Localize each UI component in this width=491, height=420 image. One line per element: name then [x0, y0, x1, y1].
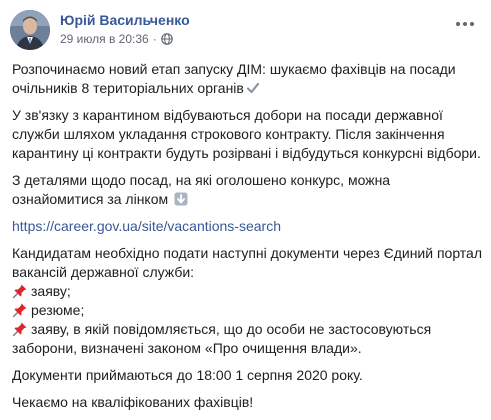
- paragraph-documents-text: Кандидатам необхідно подати наступні док…: [12, 245, 483, 280]
- author-name[interactable]: Юрій Васильченко: [60, 12, 190, 28]
- pushpin-icon: [12, 302, 28, 318]
- paragraph-documents: Кандидатам необхідно подати наступні док…: [12, 244, 482, 358]
- list-item: заяву;: [12, 282, 482, 301]
- list-item: резюме;: [12, 301, 482, 320]
- post-header: Юрій Васильченко 29 июля в 20:36 ·: [10, 10, 481, 54]
- paragraph-quarantine: У зв'язку з карантином відбуваються добо…: [12, 107, 481, 161]
- avatar[interactable]: [10, 10, 50, 50]
- career-link[interactable]: https://career.gov.ua/site/vacantions-se…: [12, 218, 281, 234]
- list-item: заяву, в якій повідомляється, що до особ…: [12, 321, 432, 356]
- paragraph-intro-text: Розпочинаємо новий етап запуску ДІМ: шук…: [12, 61, 456, 96]
- down-arrow-icon: [174, 192, 188, 206]
- paragraph-closing: Чекаємо на кваліфікованих фахівців!: [12, 394, 254, 410]
- check-mark-icon: [246, 81, 260, 95]
- more-options-icon[interactable]: [453, 14, 477, 34]
- pushpin-icon: [12, 321, 28, 337]
- paragraph-intro: Розпочинаємо новий етап запуску ДІМ: шук…: [12, 60, 482, 98]
- post-meta: 29 июля в 20:36 ·: [60, 32, 173, 46]
- paragraph-details: З деталями щодо посад, на які оголошено …: [12, 171, 482, 209]
- post-timestamp[interactable]: 29 июля в 20:36: [60, 32, 149, 46]
- globe-icon[interactable]: [160, 33, 173, 45]
- pushpin-icon: [12, 283, 28, 299]
- link-paragraph: https://career.gov.ua/site/vacantions-se…: [12, 217, 482, 236]
- post-body: Розпочинаємо новий етап запуску ДІМ: шук…: [12, 60, 482, 420]
- meta-separator: ·: [152, 32, 157, 46]
- paragraph-details-text: З деталями щодо посад, на які оголошено …: [12, 172, 391, 207]
- facebook-post: Юрій Васильченко 29 июля в 20:36 · Розпо…: [0, 0, 491, 410]
- paragraph-deadline: Документи приймаються до 18:00 1 серпня …: [12, 367, 363, 383]
